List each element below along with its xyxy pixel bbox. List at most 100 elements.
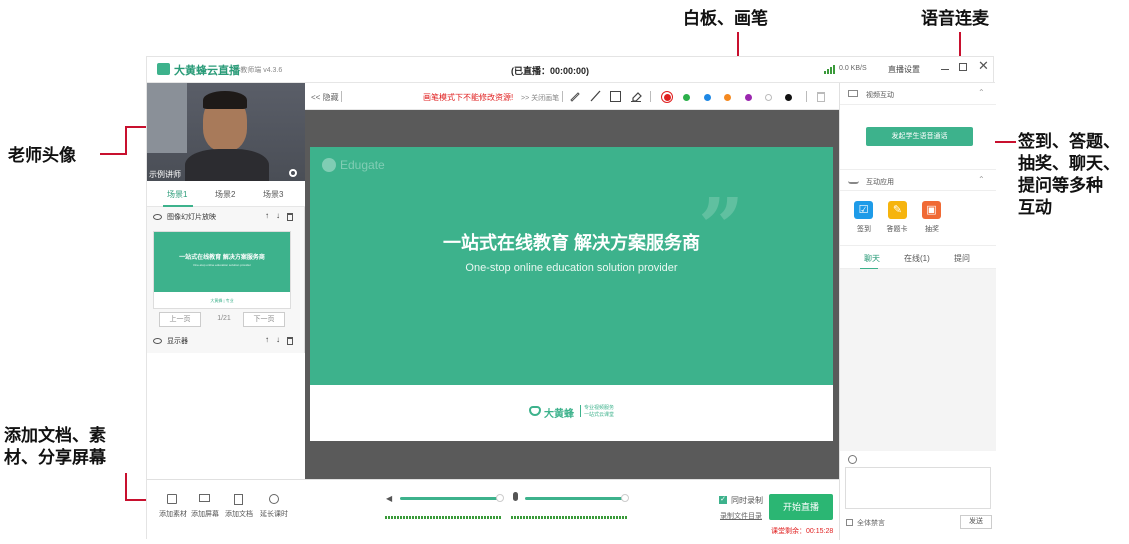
callout-line-interaction-h [992,141,1016,143]
scene-tabs: 场景1 场景2 场景3 [147,181,305,207]
add-document-label: 添加文档 [225,511,253,518]
video-section-header[interactable]: 视频互动 ⌃ [840,83,996,105]
slide-watermark: Edugate [340,158,385,172]
start-live-button[interactable]: 开始直播 [769,494,833,520]
move-down-icon[interactable]: ↓ [276,211,280,220]
layer-row-slides[interactable]: 图像幻灯片放映 ↑ ↓ [147,211,305,225]
slide-thumbnail[interactable]: 一站式在线教育 解决方案服务商 One-stop online educatio… [153,231,291,309]
color-white[interactable] [765,94,772,101]
microphone-icon [513,492,518,501]
checkin-label: 签到 [857,226,871,233]
speaker-slider-knob[interactable] [496,494,504,502]
left-panel-empty [147,353,305,479]
left-panel: 示例讲师 场景1 场景2 场景3 图像幻灯片放映 ↑ ↓ 一站式在线教育 解决方… [147,83,305,479]
class-time-remaining: 课堂剩余：00:15:28 [771,528,834,535]
pen-icon[interactable] [569,90,581,102]
color-black[interactable] [785,94,792,101]
move-up-icon[interactable]: ↑ [265,211,269,220]
slide-canvas[interactable]: Edugate ” 一站式在线教育 解决方案服务商 One-stop onlin… [310,147,833,441]
app-logo-icon [157,63,170,75]
teacher-camera: 示例讲师 [147,83,305,181]
answer-card-app[interactable]: ✎ 答题卡 [882,201,912,235]
mute-all-checkbox[interactable] [846,519,853,526]
chat-messages-area [840,269,996,451]
tab-chat[interactable]: 聊天 [864,253,880,264]
layer-row-display[interactable]: 显示器 ↑ ↓ [147,335,305,349]
color-orange[interactable] [724,94,731,101]
mute-all-label: 全体禁言 [857,520,885,527]
live-settings-button[interactable]: 直播设置 [888,64,920,75]
line-icon[interactable] [589,90,601,102]
record-checkbox[interactable]: ✓ [719,496,727,504]
send-button[interactable]: 发送 [960,515,992,529]
mic-volume-slider[interactable] [525,497,625,500]
add-material-button[interactable]: 添加素材 [155,494,191,522]
annotation-voice: 语音连麦 [921,9,989,29]
collapse-chevron-icon[interactable]: ⌃ [978,88,985,97]
camera-settings-icon[interactable] [289,169,297,177]
camera-icon [848,90,858,97]
delete-icon[interactable] [287,337,293,345]
move-down-icon[interactable]: ↓ [276,335,280,344]
add-document-button[interactable]: 添加文档 [221,494,257,522]
color-purple[interactable] [745,94,752,101]
lottery-app[interactable]: ▣ 抽奖 [920,201,944,235]
annotation-add-docs: 添加文档、素 材、分享屏幕 [4,426,106,468]
teacher-body [185,149,269,181]
record-directory-link[interactable]: 录制文件目录 [720,511,762,521]
prev-page-button[interactable]: 上一页 [159,312,201,327]
toolbar-divider [650,91,651,102]
quote-mark-icon: ” [698,180,745,274]
start-voice-call-button[interactable]: 发起学生语音通话 [866,127,973,146]
apps-section-header[interactable]: 互动应用 ⌃ [840,169,996,191]
thumb-title: 一站式在线教育 解决方案服务商 [179,255,265,261]
speaker-volume-slider[interactable] [400,497,500,500]
network-speed: 0.0 KB/S [839,65,867,72]
move-up-icon[interactable]: ↑ [265,335,269,344]
thumb-logo: 大黄蜂 | 专业 [210,298,234,303]
rectangle-icon[interactable] [610,91,621,102]
minimize-icon[interactable] [941,69,949,70]
annotation-teacher-avatar: 老师头像 [8,146,76,166]
eye-icon[interactable] [153,214,162,220]
color-blue[interactable] [704,94,711,101]
callout-line-avatar-h [100,153,126,155]
checkin-app[interactable]: ☑ 签到 [852,201,876,235]
callout-line-add-v [125,473,127,501]
eye-icon[interactable] [153,338,162,344]
close-brush-button[interactable]: >> 关闭画笔 [521,93,559,103]
clear-board-icon[interactable] [817,92,825,102]
thumb-green-area [154,232,290,292]
hide-panel-button[interactable]: << 隐藏 [311,92,339,103]
maximize-icon[interactable] [959,63,967,71]
color-green[interactable] [683,94,690,101]
slide-footer-tagline-1: 专业视频服务 [584,405,615,411]
extend-class-button[interactable]: 延长课时 [256,494,292,522]
center-stage: << 隐藏 画笔模式下不能修改资源! >> 关闭画笔 Edugate ” 一站式… [305,83,839,479]
mic-level-meter [511,516,627,519]
toolbar-divider [806,91,807,102]
monitor-icon [199,494,210,502]
layer-label: 图像幻灯片放映 [167,214,216,221]
bottom-bar: 添加素材 添加屏幕 添加文档 延长课时 ◀ ✓ 同时录制 录制文件目录 开始直播… [147,479,839,540]
collapse-chevron-icon[interactable]: ⌃ [978,175,985,184]
tab-online[interactable]: 在线(1) [904,253,930,264]
annotation-interaction: 签到、答题、 抽奖、聊天、 提问等多种 互动 [1018,132,1120,218]
next-page-button[interactable]: 下一页 [243,312,285,327]
emoji-icon[interactable] [848,455,857,464]
tab-questions[interactable]: 提问 [954,253,970,264]
tab-scene-1[interactable]: 场景1 [167,189,187,200]
users-icon [848,177,859,184]
extend-class-label: 延长课时 [260,511,288,518]
tab-scene-3[interactable]: 场景3 [263,189,283,200]
color-red[interactable] [663,93,671,101]
mic-slider-knob[interactable] [621,494,629,502]
chat-input[interactable] [845,467,991,509]
record-label: 同时录制 [731,496,763,505]
tab-scene-2[interactable]: 场景2 [215,189,235,200]
speaker-level-meter [385,516,501,519]
eraser-icon[interactable] [630,90,642,102]
delete-icon[interactable] [287,213,293,221]
add-screen-button[interactable]: 添加屏幕 [187,494,223,522]
close-icon[interactable]: ✕ [978,58,989,74]
